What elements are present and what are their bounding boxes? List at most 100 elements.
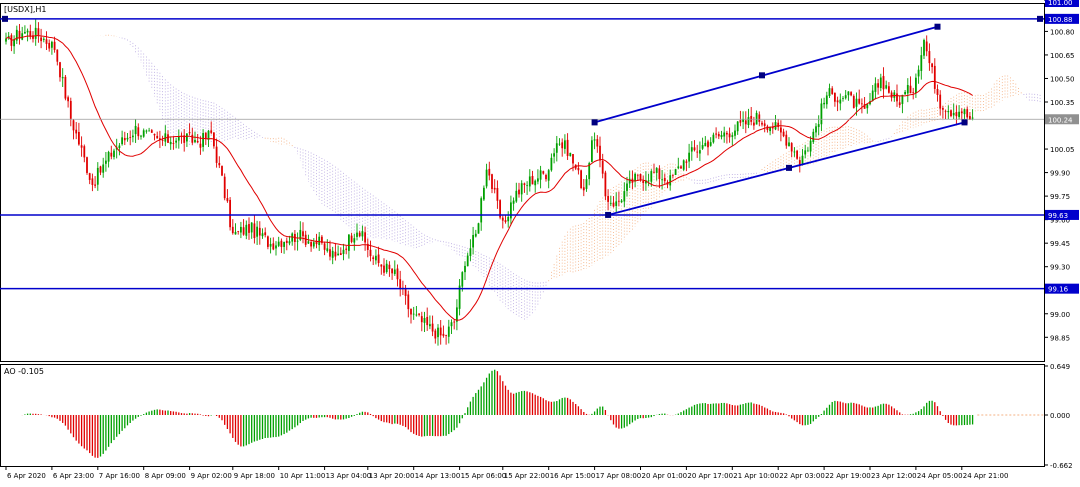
candle xyxy=(118,143,121,156)
time-tick-label: 17 Apr 08:00 xyxy=(596,472,642,480)
candle xyxy=(615,192,618,213)
candle-body xyxy=(577,167,580,171)
candle-body xyxy=(229,199,231,228)
candle xyxy=(861,98,863,114)
candle-body xyxy=(356,232,358,237)
candle-body xyxy=(758,114,761,122)
channel-lower-handle[interactable] xyxy=(605,211,612,218)
candle xyxy=(863,96,866,109)
candle xyxy=(229,197,231,231)
candle-body xyxy=(674,169,677,176)
candle xyxy=(169,136,172,150)
candle xyxy=(601,153,604,179)
candle xyxy=(820,98,823,132)
candle-body xyxy=(542,171,545,174)
candle-body xyxy=(439,327,442,336)
candle-body xyxy=(153,133,156,136)
candle xyxy=(761,120,763,127)
candle xyxy=(944,109,947,120)
candle xyxy=(385,259,388,274)
channel-lower-handle[interactable] xyxy=(786,164,792,171)
candle-body xyxy=(564,140,566,149)
level-handle-right[interactable] xyxy=(1037,15,1043,22)
candle xyxy=(437,324,439,346)
channel-upper-handle[interactable] xyxy=(934,23,941,30)
candle xyxy=(107,150,110,168)
candle xyxy=(234,223,237,235)
candle-body xyxy=(531,175,534,185)
candle-body xyxy=(817,124,820,128)
candle-body xyxy=(890,92,893,98)
time-tick-label: 10 Apr 11:00 xyxy=(280,472,326,480)
candle xyxy=(712,132,715,144)
candle xyxy=(599,136,601,168)
candle-body xyxy=(917,69,920,77)
main-panel-frame xyxy=(0,3,1045,362)
channel-upper-handle[interactable] xyxy=(591,119,598,126)
candle xyxy=(709,137,712,147)
channel-upper-line[interactable] xyxy=(594,25,938,124)
time-tick-label: 9 Apr 18:00 xyxy=(234,472,275,480)
channel-lower-handle[interactable] xyxy=(961,119,968,126)
candle-body xyxy=(310,242,312,247)
candle-body xyxy=(34,27,37,39)
candle-body xyxy=(261,233,264,237)
candle xyxy=(690,141,693,161)
candle-body xyxy=(396,268,399,280)
candle xyxy=(323,241,326,256)
candle-body xyxy=(885,85,888,89)
candle xyxy=(412,306,415,320)
candle xyxy=(971,109,974,121)
candle xyxy=(226,189,229,203)
candle-body xyxy=(132,135,134,138)
candle xyxy=(561,138,564,157)
candle xyxy=(29,24,32,40)
candle-body xyxy=(256,226,258,237)
candle xyxy=(466,252,469,267)
candle xyxy=(458,279,461,316)
level-handle-left[interactable] xyxy=(2,15,8,22)
candle xyxy=(955,105,958,126)
candle-body xyxy=(701,145,704,149)
candle xyxy=(439,320,442,345)
candle-body xyxy=(847,91,850,96)
candle-body xyxy=(83,146,86,158)
candle-body xyxy=(785,134,788,146)
candle-body xyxy=(253,223,256,239)
candle-body xyxy=(726,132,728,135)
candle-body xyxy=(545,174,547,180)
candle xyxy=(410,308,412,324)
price-tick-label: 99.30 xyxy=(1050,264,1070,272)
candle-body xyxy=(86,157,88,173)
candle xyxy=(688,143,690,169)
candle-body xyxy=(348,234,350,251)
candle xyxy=(26,28,29,42)
candle-body xyxy=(604,172,607,197)
candle-body xyxy=(218,163,221,166)
candle-body xyxy=(874,83,877,92)
candle-body xyxy=(699,150,701,154)
candle xyxy=(920,46,923,80)
candle xyxy=(628,170,631,189)
candle xyxy=(145,129,148,134)
channel-upper-handle[interactable] xyxy=(759,72,765,79)
ichimoku-cloud xyxy=(100,34,1041,321)
candle xyxy=(674,168,677,176)
candle-body xyxy=(825,95,828,105)
candle xyxy=(731,132,734,146)
candle xyxy=(936,84,939,102)
candle-body xyxy=(928,51,931,64)
candle xyxy=(717,131,720,140)
candle xyxy=(242,219,245,236)
candle xyxy=(202,129,204,152)
candle xyxy=(607,189,609,211)
candle xyxy=(885,80,888,90)
candle xyxy=(534,179,537,193)
candle-body xyxy=(372,257,375,260)
candle xyxy=(180,132,183,144)
candle xyxy=(105,151,107,172)
candle xyxy=(342,243,345,261)
candle xyxy=(164,125,167,147)
candle-body xyxy=(780,127,782,133)
candle-body xyxy=(707,141,709,148)
